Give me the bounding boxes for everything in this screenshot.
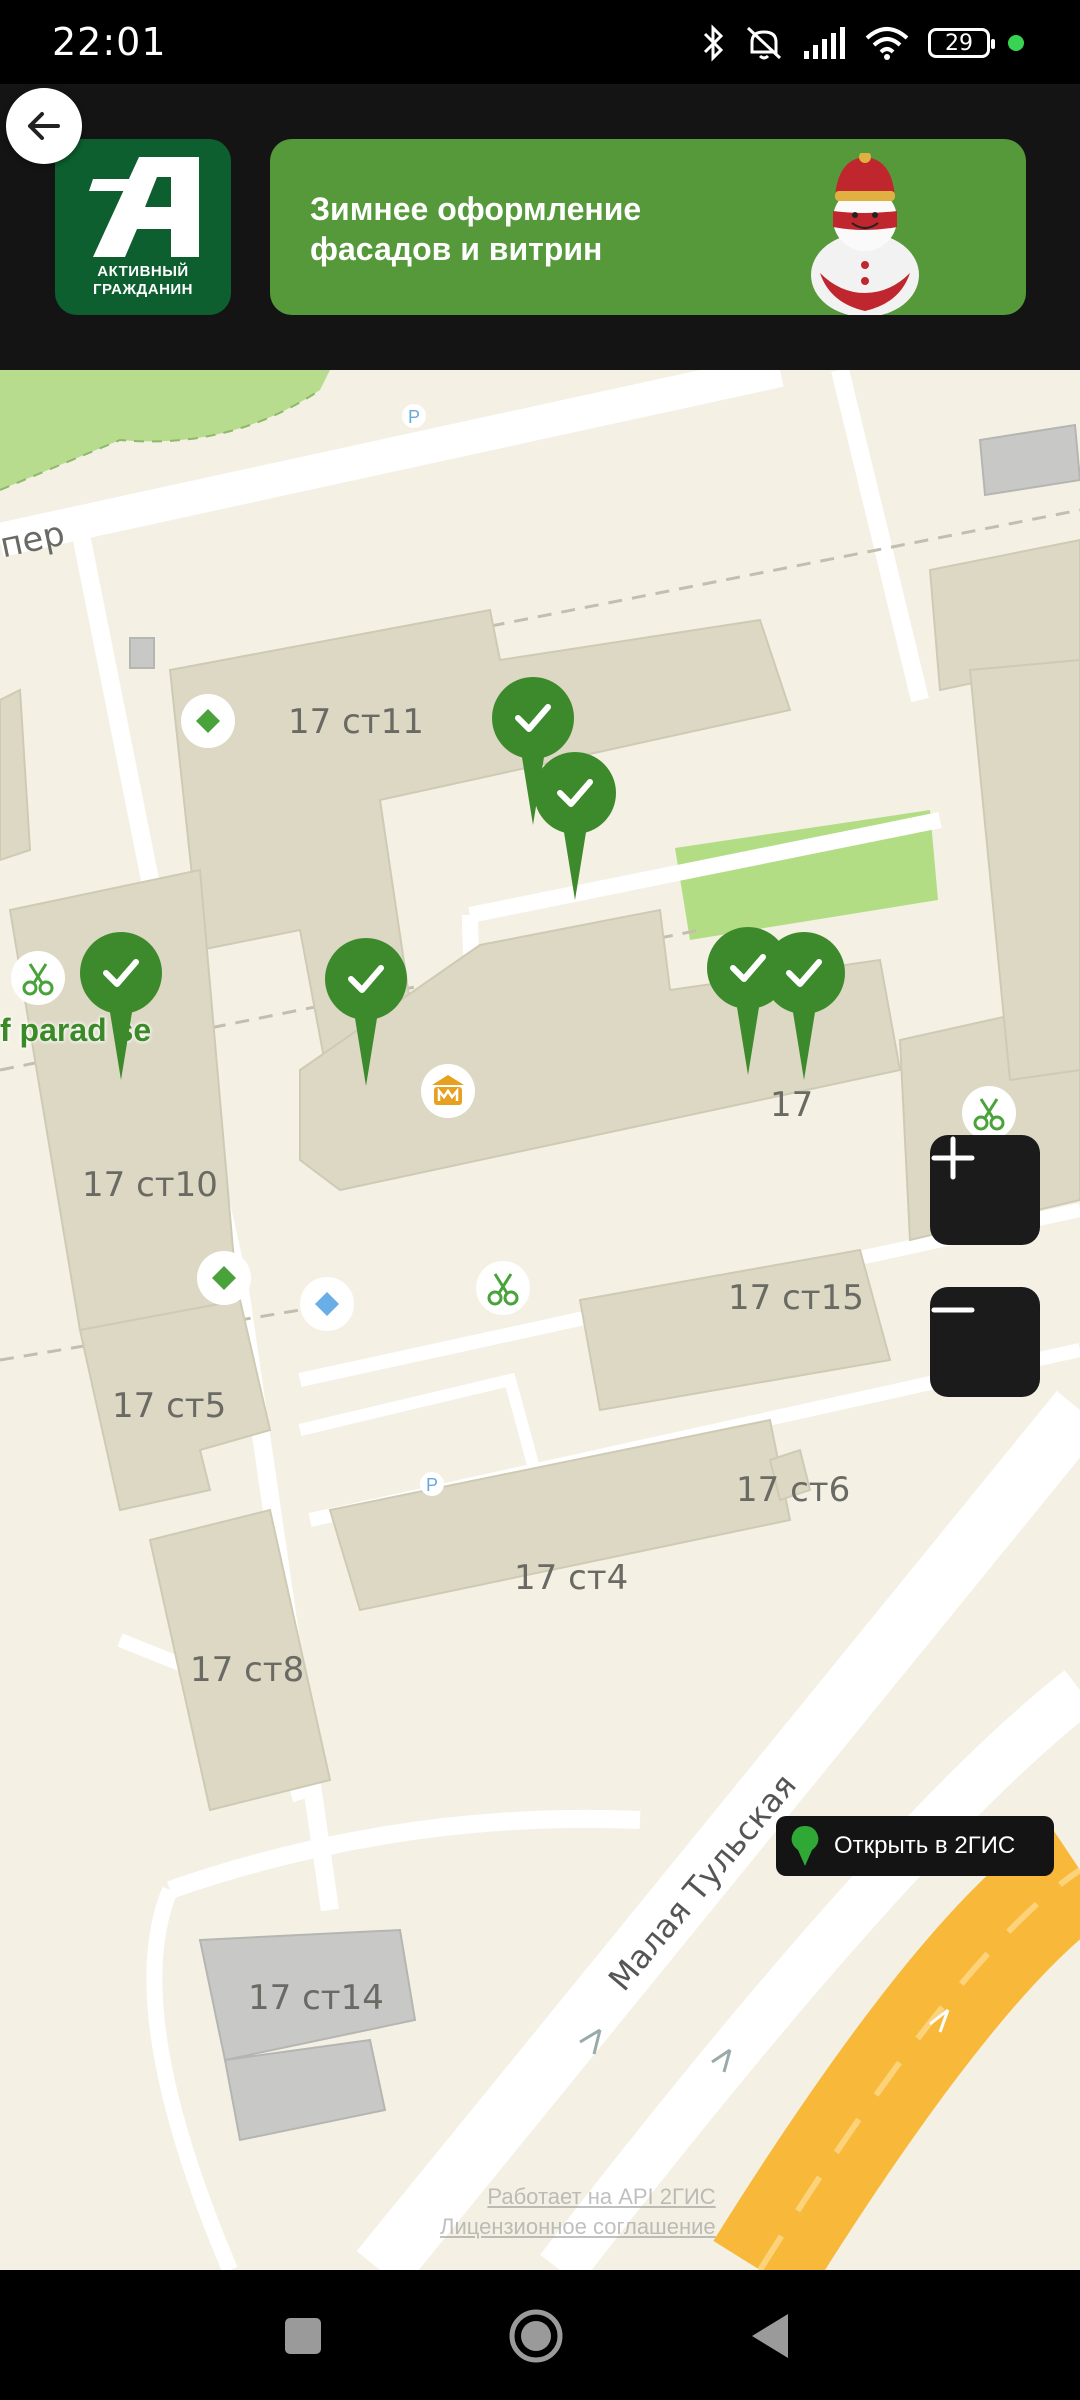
letter-a-logo-icon: [89, 157, 199, 257]
diamond-poi-icon[interactable]: [180, 693, 236, 749]
map-marker-icon[interactable]: [761, 930, 847, 1080]
back-button[interactable]: [6, 88, 82, 164]
status-icons: 29: [702, 22, 1024, 64]
attribution-line2[interactable]: Лицензионное соглашение: [440, 2212, 716, 2242]
system-nav-bar: [0, 2270, 1080, 2400]
status-bar: 22:01 29: [0, 0, 1080, 84]
2gis-pin-icon: [791, 1826, 819, 1866]
scissors-icon[interactable]: [10, 950, 66, 1006]
building-label: 17 ст5: [112, 1386, 227, 1426]
building-label: 17 ст10: [82, 1165, 218, 1205]
map-marker-icon[interactable]: [323, 936, 409, 1086]
status-time: 22:01: [52, 20, 167, 64]
mute-icon: [746, 26, 782, 60]
app-logo: АКТИВНЫЙ ГРАЖДАНИН: [55, 139, 231, 315]
map-attribution[interactable]: Работает на API 2ГИС Лицензионное соглаш…: [440, 2182, 716, 2242]
open-in-2gis-label: Открыть в 2ГИС: [834, 1832, 1016, 1859]
scissors-icon[interactable]: [961, 1085, 1017, 1141]
arrow-left-icon: [28, 112, 60, 140]
home-icon: [509, 2309, 563, 2363]
logo-text-line2: ГРАЖДАНИН: [92, 281, 194, 298]
open-in-2gis-button[interactable]: Открыть в 2ГИС: [776, 1816, 1054, 1876]
map-view[interactable]: P P 17 ст11 17 ст10 17 17 ст15 17 ст5 17…: [0, 370, 1080, 2270]
banner-title: Зимнее оформление фасадов и витрин: [310, 191, 642, 267]
building-label: 17 ст6: [736, 1470, 851, 1510]
minus-icon: [931, 1307, 975, 1313]
map-marker-icon[interactable]: [78, 930, 164, 1080]
map-canvas[interactable]: P P: [0, 370, 1080, 2270]
signal-icon: [804, 27, 845, 59]
app-header: АКТИВНЫЙ ГРАЖДАНИН Зимнее оформление фас…: [0, 84, 1080, 370]
svg-text:P: P: [426, 1475, 438, 1495]
building-label: 17 ст8: [190, 1650, 305, 1690]
building-label: 17 ст14: [248, 1978, 384, 2018]
plus-icon: [931, 1136, 975, 1180]
wifi-icon: [865, 27, 909, 60]
recent-apps-icon: [285, 2318, 321, 2354]
bluetooth-icon: [703, 24, 724, 62]
building-label: 17 ст4: [514, 1558, 629, 1598]
privacy-indicator: [1008, 35, 1024, 51]
bank-icon[interactable]: [420, 1063, 476, 1119]
recent-apps-button[interactable]: [273, 2306, 333, 2366]
zoom-in-button[interactable]: [930, 1135, 1040, 1245]
back-nav-button[interactable]: [740, 2306, 800, 2366]
building-label: 17: [770, 1085, 814, 1125]
building-label: 17 ст11: [288, 702, 424, 742]
snowman-image: [811, 153, 919, 315]
map-marker-icon[interactable]: [532, 750, 618, 900]
attribution-line1[interactable]: Работает на API 2ГИС: [440, 2182, 715, 2212]
logo-text-line1: АКТИВНЫЙ: [97, 263, 189, 280]
diamond-poi-icon[interactable]: [299, 1276, 355, 1332]
building-label: 17 ст15: [728, 1278, 864, 1318]
promo-banner[interactable]: Зимнее оформление фасадов и витрин: [270, 139, 1026, 315]
back-icon: [752, 2314, 788, 2358]
battery-icon: 29: [928, 28, 995, 58]
battery-level: 29: [945, 30, 973, 56]
home-button[interactable]: [506, 2306, 566, 2366]
diamond-poi-icon[interactable]: [196, 1250, 252, 1306]
svg-text:P: P: [408, 407, 420, 427]
zoom-out-button[interactable]: [930, 1287, 1040, 1397]
scissors-icon[interactable]: [475, 1260, 531, 1316]
logo-text: АКТИВНЫЙ ГРАЖДАНИН: [55, 263, 231, 299]
